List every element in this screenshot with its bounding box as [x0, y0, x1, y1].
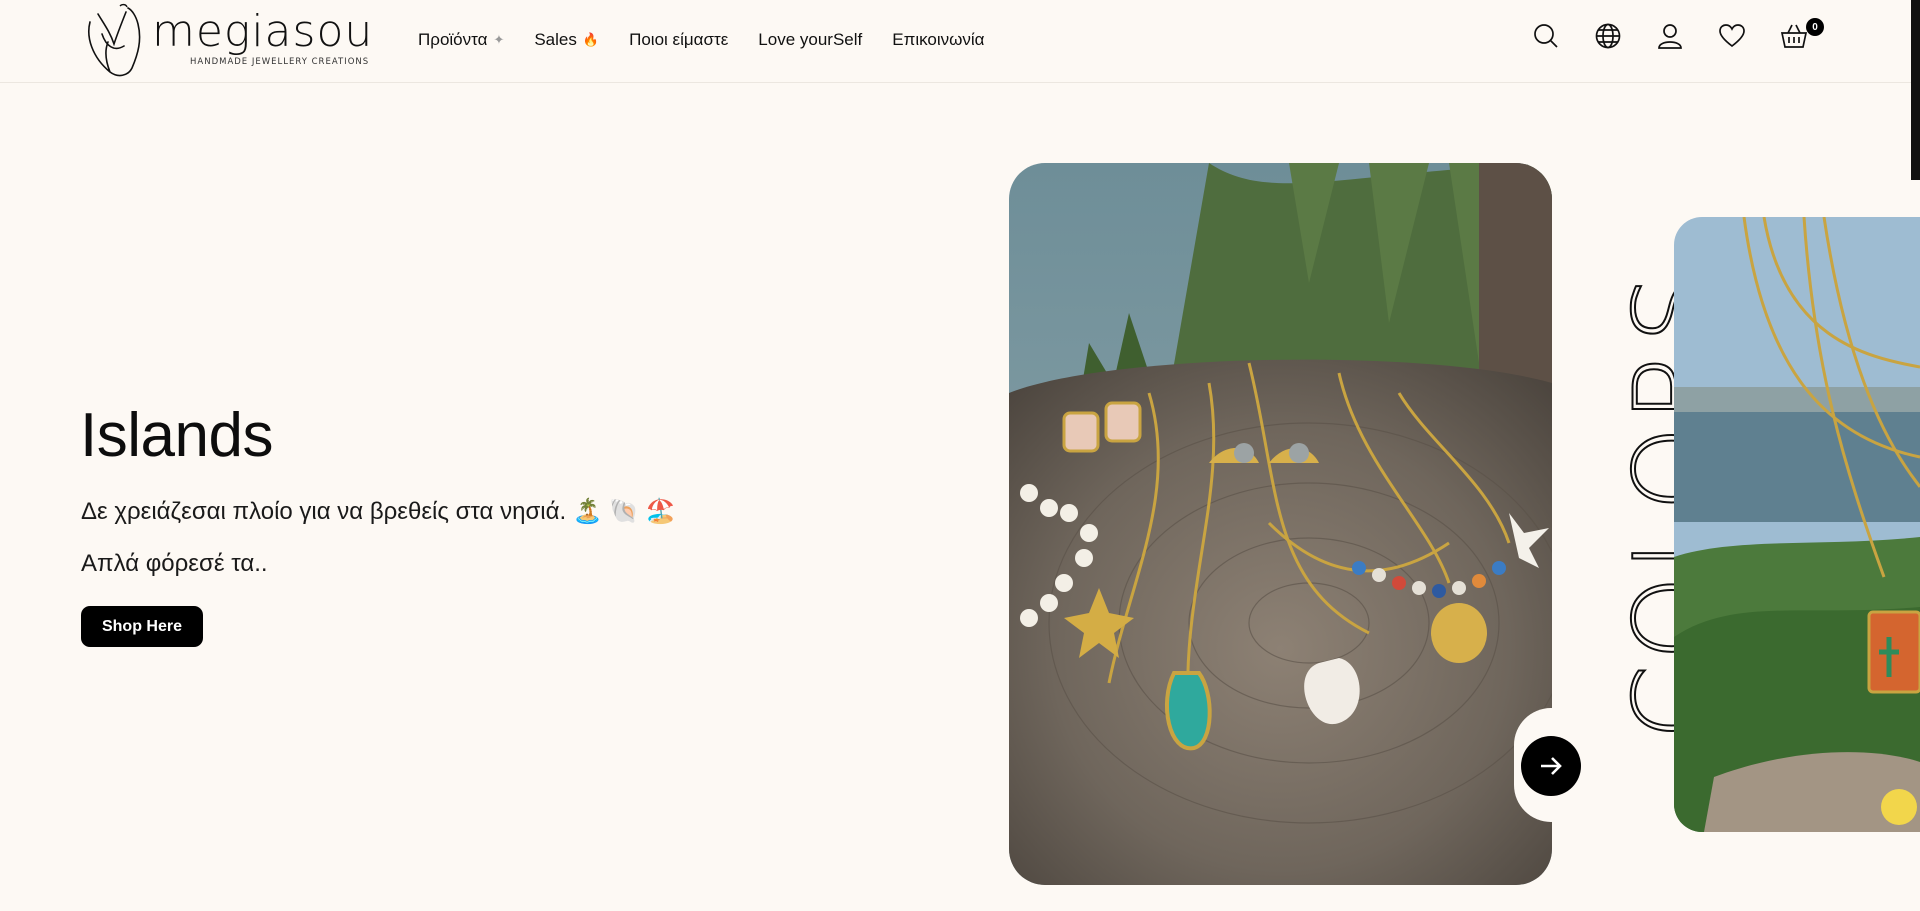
shop-here-button[interactable]: Shop Here	[81, 606, 203, 647]
nav-item-label: Ποιοι είμαστε	[629, 30, 729, 49]
nav-item-products[interactable]: Προϊόντα ✦	[418, 30, 504, 50]
nav-item-label: Sales	[534, 30, 577, 49]
nav-item-label: Love yourSelf	[758, 30, 863, 49]
nav-item-label: Προϊόντα	[418, 30, 488, 49]
basket-icon[interactable]: 0	[1780, 18, 1824, 50]
cart-count-badge: 0	[1806, 18, 1824, 36]
brand-name: megiasou	[152, 6, 374, 57]
hero-subtitle: Δε χρειάζεσαι πλοίο για να βρεθείς στα ν…	[81, 498, 676, 525]
globe-icon[interactable]	[1594, 22, 1622, 50]
hero-tagline: Απλά φόρεσέ τα..	[81, 550, 268, 577]
nav-item-contact[interactable]: Επικοινωνία	[892, 30, 984, 50]
search-icon[interactable]	[1532, 22, 1560, 50]
brand-logo[interactable]: megiasou HANDMADE JEWELLERY CREATIONS	[80, 2, 380, 80]
logo-figure-icon	[88, 3, 141, 77]
next-slide-button[interactable]	[1521, 736, 1581, 796]
colors-preview-photo	[1674, 217, 1920, 832]
next-slide-preview[interactable]	[1674, 217, 1920, 832]
nav-item-love-yourself[interactable]: Love yourSelf	[758, 30, 862, 50]
heart-icon[interactable]	[1718, 22, 1746, 50]
user-icon[interactable]	[1656, 22, 1684, 50]
nav-item-sales[interactable]: Sales 🔥	[534, 30, 599, 50]
nav-item-about[interactable]: Ποιοι είμαστε	[629, 30, 728, 50]
header-icons: 0	[1532, 18, 1824, 50]
jewellery-photo	[1009, 163, 1552, 885]
hero-title: Islands	[80, 401, 273, 470]
main-nav: Προϊόντα ✦ Sales 🔥 Ποιοι είμαστε Love yo…	[418, 30, 985, 50]
hero-slide-image[interactable]	[1009, 163, 1552, 885]
brand-tagline: HANDMADE JEWELLERY CREATIONS	[190, 57, 370, 67]
nav-item-label: Επικοινωνία	[892, 30, 985, 49]
fire-icon: 🔥	[582, 32, 600, 47]
page-scrollbar[interactable]	[1911, 0, 1920, 180]
arrow-right-icon	[1541, 757, 1562, 775]
sparkle-icon: ✦	[493, 32, 505, 47]
site-header: megiasou HANDMADE JEWELLERY CREATIONS Πρ…	[0, 0, 1920, 83]
